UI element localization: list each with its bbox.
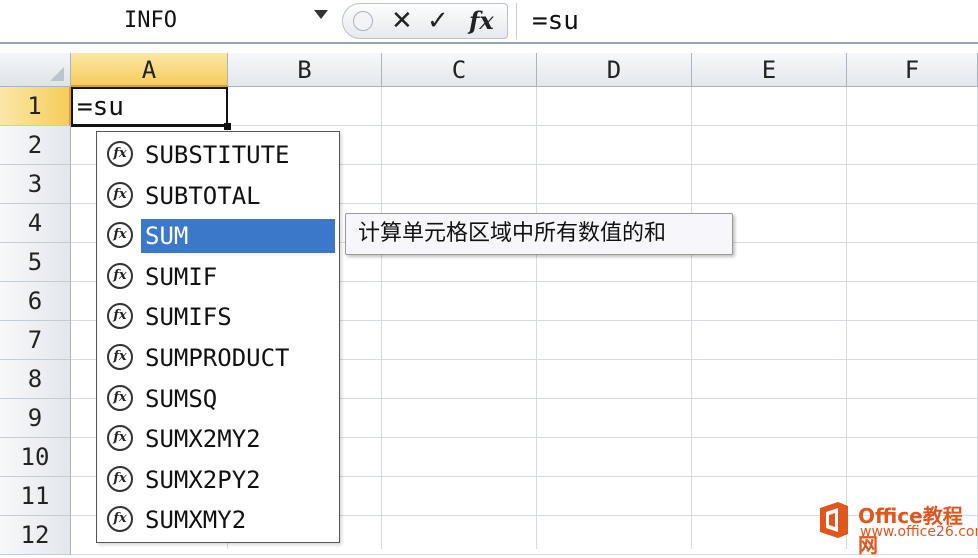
autocomplete-item-subtotal[interactable]: fx SUBTOTAL bbox=[101, 177, 337, 215]
fill-handle[interactable] bbox=[224, 123, 231, 130]
row-header-2[interactable]: 2 bbox=[0, 126, 71, 165]
row-header-10[interactable]: 10 bbox=[0, 438, 71, 477]
fx-function-icon: fx bbox=[107, 465, 133, 492]
row-header-12[interactable]: 12 bbox=[0, 516, 71, 555]
row-header-5[interactable]: 5 bbox=[0, 243, 71, 282]
fx-function-icon: fx bbox=[107, 506, 133, 533]
name-box-value: INFO bbox=[124, 8, 177, 33]
fx-function-icon: fx bbox=[107, 344, 133, 370]
autocomplete-item-sumx2py2[interactable]: fx SUMX2PY2 bbox=[101, 461, 337, 499]
row-header-1[interactable]: 1 bbox=[0, 87, 71, 126]
autocomplete-item-label: SUMIF bbox=[145, 262, 218, 291]
autocomplete-item-label: SUMIFS bbox=[145, 303, 232, 332]
insert-function-icon[interactable]: fx bbox=[469, 6, 494, 36]
fx-function-icon: fx bbox=[107, 141, 133, 167]
fx-function-icon: fx bbox=[107, 303, 133, 330]
row-header-6[interactable]: 6 bbox=[0, 282, 71, 321]
function-tooltip: 计算单元格区域中所有数值的和 bbox=[345, 213, 733, 255]
autocomplete-item-sumif[interactable]: fx SUMIF bbox=[101, 258, 337, 296]
row-gridline bbox=[71, 554, 978, 555]
autocomplete-item-label: SUMX2PY2 bbox=[145, 465, 261, 494]
autocomplete-item-sumproduct[interactable]: fx SUMPRODUCT bbox=[101, 339, 337, 377]
column-header-f[interactable]: F bbox=[847, 53, 978, 87]
autocomplete-item-substitute[interactable]: fx SUBSTITUTE bbox=[101, 136, 337, 174]
fx-function-icon: fx bbox=[107, 425, 133, 452]
autocomplete-item-sumsq[interactable]: fx SUMSQ bbox=[101, 380, 337, 418]
cancel-icon[interactable]: ✕ bbox=[391, 6, 413, 36]
autocomplete-item-label: SUMPRODUCT bbox=[145, 344, 290, 372]
column-header-d[interactable]: D bbox=[537, 53, 692, 87]
active-cell-value: =su bbox=[77, 92, 124, 122]
autocomplete-item-label: SUM bbox=[141, 219, 335, 254]
autocomplete-item-sum[interactable]: fx SUM bbox=[101, 217, 337, 255]
fx-function-icon: fx bbox=[107, 222, 133, 249]
resize-handle-icon[interactable] bbox=[353, 11, 373, 31]
watermark-url: www.office26.com bbox=[860, 524, 978, 540]
fx-function-icon: fx bbox=[107, 384, 133, 411]
row-header-7[interactable]: 7 bbox=[0, 321, 71, 360]
chevron-down-icon[interactable] bbox=[314, 10, 328, 19]
select-all-corner[interactable] bbox=[0, 53, 71, 87]
row-header-9[interactable]: 9 bbox=[0, 399, 71, 438]
office-logo-icon bbox=[820, 502, 848, 538]
autocomplete-item-sumifs[interactable]: fx SUMIFS bbox=[101, 298, 337, 336]
column-header-c[interactable]: C bbox=[382, 53, 537, 87]
autocomplete-item-label: SUBTOTAL bbox=[145, 181, 261, 210]
formula-tools: ✕ ✓ fx bbox=[342, 3, 508, 39]
autocomplete-item-label: SUMXMY2 bbox=[145, 506, 247, 535]
fx-function-icon: fx bbox=[107, 181, 133, 208]
column-gridline bbox=[846, 87, 847, 549]
column-gridline bbox=[691, 87, 692, 549]
enter-check-icon[interactable]: ✓ bbox=[427, 6, 449, 36]
row-header-8[interactable]: 8 bbox=[0, 360, 71, 399]
formula-bar: INFO ✕ ✓ fx =su bbox=[0, 0, 978, 44]
column-gridline bbox=[381, 87, 382, 549]
autocomplete-item-label: SUBSTITUTE bbox=[145, 141, 290, 169]
function-autocomplete-list: fx SUBSTITUTE fx SUBTOTAL fx SUM fx SUMIF fx SUMI… bbox=[96, 131, 340, 543]
row-header-3[interactable]: 3 bbox=[0, 165, 71, 204]
row-header-4[interactable]: 4 bbox=[0, 204, 71, 243]
column-gridline bbox=[536, 87, 537, 549]
column-header-b[interactable]: B bbox=[228, 53, 382, 87]
row-header-11[interactable]: 11 bbox=[0, 477, 71, 516]
autocomplete-item-sumxmy2[interactable]: fx SUMXMY2 bbox=[101, 501, 337, 539]
select-all-icon bbox=[50, 67, 64, 81]
active-cell-a1[interactable]: =su bbox=[71, 87, 228, 127]
column-header-a[interactable]: A bbox=[71, 53, 228, 87]
autocomplete-item-label: SUMX2MY2 bbox=[145, 425, 261, 454]
column-header-e[interactable]: E bbox=[692, 53, 847, 87]
formula-input[interactable]: =su bbox=[532, 6, 579, 36]
watermark: Office教程网 www.office26.com bbox=[812, 496, 978, 557]
autocomplete-item-label: SUMSQ bbox=[145, 384, 218, 413]
autocomplete-item-sumx2my2[interactable]: fx SUMX2MY2 bbox=[101, 420, 337, 458]
fx-function-icon: fx bbox=[107, 262, 133, 289]
tooltip-text: 计算单元格区域中所有数值的和 bbox=[358, 221, 667, 246]
formula-divider bbox=[516, 3, 517, 39]
name-box[interactable]: INFO bbox=[0, 0, 340, 42]
